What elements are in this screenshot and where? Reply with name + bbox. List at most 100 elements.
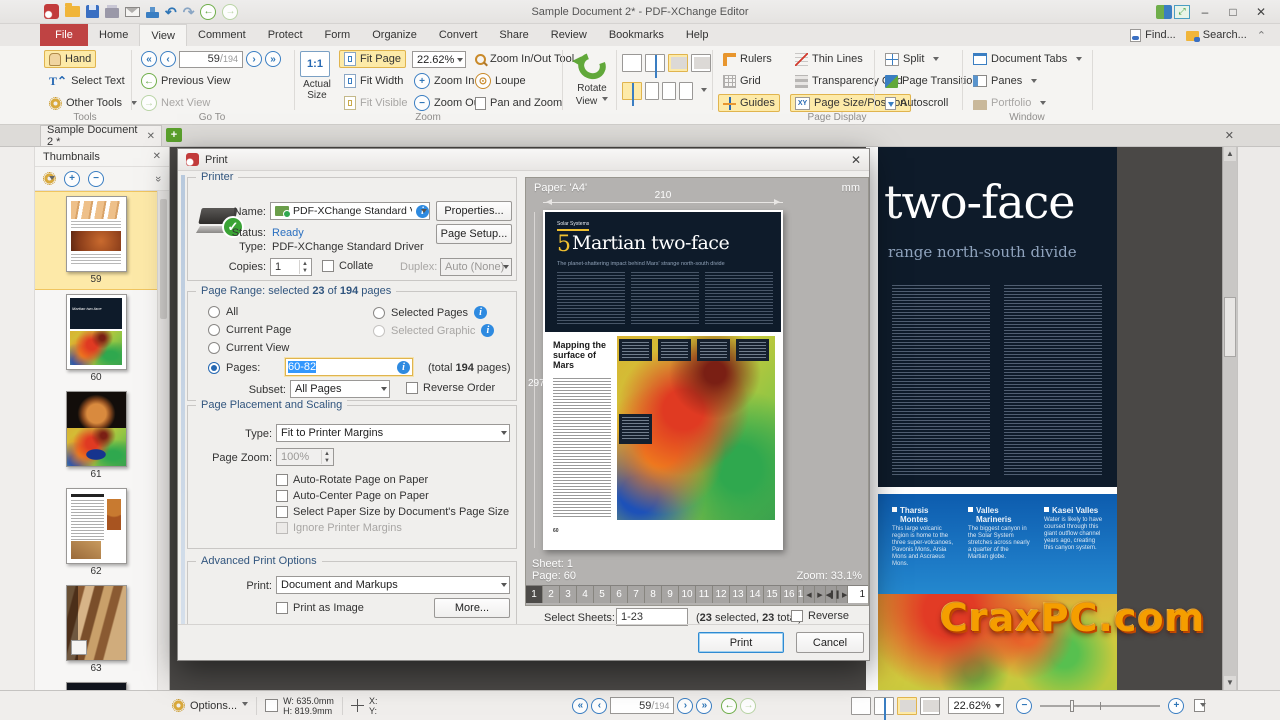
zoom-slider-handle[interactable] [1070, 700, 1074, 712]
rulers-button[interactable]: Rulers [718, 50, 777, 68]
print-dialog-titlebar[interactable]: Print ✕ [178, 149, 869, 171]
sheet-last-icon[interactable]: ▍▶ [837, 586, 848, 603]
reverse-order-checkbox[interactable]: Reverse Order [406, 382, 495, 394]
thumbnails-scrollbar-thumb[interactable] [160, 199, 167, 319]
sheet-cell[interactable]: 9 [662, 586, 679, 603]
sheet-number-box[interactable]: 1 [848, 586, 868, 603]
auto-center-checkbox[interactable]: Auto-Center Page on Paper [276, 490, 429, 502]
thumbnails-scrollbar[interactable] [157, 191, 169, 690]
sheet-cell[interactable]: 12 [713, 586, 730, 603]
zoom-level-combo[interactable]: 22.62% [412, 51, 466, 68]
options-gear-icon[interactable] [172, 699, 185, 712]
single-page-layout-icon[interactable] [622, 54, 642, 72]
layout-more-icon[interactable] [696, 85, 707, 98]
guides-button[interactable]: Guides [718, 94, 780, 112]
print-icon[interactable] [105, 8, 119, 18]
placement-type-combo[interactable]: Fit to Printer Margins [276, 424, 510, 442]
fullscreen-icon[interactable]: ⤢ [1174, 5, 1190, 19]
thumbnail-page-60[interactable]: Martian two-face 60 [35, 290, 157, 387]
page-setup-button[interactable]: Page Setup... [436, 224, 512, 244]
sheet-cell[interactable]: 2 [543, 586, 560, 603]
radio-selected-pages[interactable]: Selected Pages [373, 306, 487, 319]
sheet-first-icon[interactable]: ◀▍ [826, 586, 837, 603]
copies-spinner[interactable]: 1 ▲▼ [270, 258, 312, 276]
sheet-cell[interactable]: 8 [645, 586, 662, 603]
scroll-down-icon[interactable]: ▼ [1224, 676, 1236, 690]
properties-button[interactable]: Properties... [436, 201, 512, 221]
radio-selected-graphic[interactable]: Selected Graphic [373, 324, 494, 337]
collate-checkbox[interactable]: Collate [322, 260, 373, 272]
portfolio-button[interactable]: Portfolio [968, 94, 1051, 112]
thin-lines-button[interactable]: Thin Lines [790, 50, 868, 68]
email-icon[interactable] [125, 7, 140, 17]
sheet-cell[interactable]: 1 [526, 586, 543, 603]
find-button[interactable]: Find... [1130, 29, 1176, 42]
previous-page-icon[interactable]: ‹ [591, 698, 607, 714]
tab-form[interactable]: Form [314, 24, 362, 46]
last-page-icon[interactable]: » [696, 698, 712, 714]
sheet-next-icon[interactable]: ▶ [815, 586, 826, 603]
open-file-icon[interactable] [65, 6, 80, 17]
document-tab[interactable]: Sample Document 2 * ✕ [40, 125, 162, 146]
previous-view-icon[interactable]: ← [721, 698, 737, 714]
thumbnails-zoom-in-icon[interactable]: + [64, 171, 80, 187]
pages-input[interactable]: 60-82 [285, 358, 413, 376]
tab-convert[interactable]: Convert [428, 24, 489, 46]
thumbnail-page-64[interactable]: 64 [35, 678, 157, 690]
next-page-icon[interactable]: › [246, 51, 262, 67]
fit-visible-button[interactable]: Fit Visible [339, 94, 412, 112]
next-page-icon[interactable]: › [677, 698, 693, 714]
back-icon[interactable]: ← [200, 4, 216, 20]
sheet-cell[interactable]: 14 [747, 586, 764, 603]
print-content-combo[interactable]: Document and Markups [276, 576, 510, 594]
sheet-cell[interactable]: 6 [611, 586, 628, 603]
panes-button[interactable]: Panes [968, 72, 1042, 90]
sheet-cell[interactable]: 16 [781, 586, 798, 603]
previous-page-icon[interactable]: ‹ [160, 51, 176, 67]
tab-comment[interactable]: Comment [187, 24, 257, 46]
cancel-button[interactable]: Cancel [796, 632, 864, 653]
expand-all-icon[interactable]: » [152, 175, 164, 181]
close-thumbnails-icon[interactable]: ✕ [153, 151, 161, 162]
sheet-cell[interactable]: 13 [730, 586, 747, 603]
fit-page-button[interactable]: Fit Page [339, 50, 406, 68]
tab-file[interactable]: File [40, 24, 88, 46]
thumbnail-page-63[interactable]: 63 [35, 581, 157, 678]
thumbnail-page-59[interactable]: 59 [35, 191, 157, 290]
continuous-layout-icon[interactable] [874, 697, 894, 715]
page-number-box[interactable]: 59/194 [179, 51, 243, 68]
thumbnails-options-icon[interactable] [43, 172, 56, 185]
color-management-icon[interactable] [1156, 5, 1172, 19]
info-icon[interactable] [397, 361, 410, 374]
grid-button[interactable]: Grid [718, 72, 766, 90]
info-icon[interactable] [474, 306, 487, 319]
document-tabs-button[interactable]: Document Tabs [968, 50, 1087, 68]
thumbnail-page-62[interactable]: 62 [35, 484, 157, 581]
radio-current-view[interactable]: Current View [208, 342, 289, 354]
tab-share[interactable]: Share [488, 24, 539, 46]
next-view-icon[interactable]: → [740, 698, 756, 714]
first-page-icon[interactable]: « [141, 51, 157, 67]
forward-icon[interactable]: → [222, 4, 238, 20]
subset-combo[interactable]: All Pages [290, 380, 390, 398]
statusbar-zoom-combo[interactable]: 22.62% [948, 697, 1004, 714]
sheet-cell[interactable]: 7 [628, 586, 645, 603]
two-page-layout-icon[interactable] [668, 54, 688, 72]
save-icon[interactable] [86, 5, 99, 18]
search-button[interactable]: Search... [1186, 29, 1247, 41]
document-scrollbar-thumb[interactable] [1224, 297, 1236, 357]
print-button[interactable]: Print [698, 632, 784, 653]
thumbnails-zoom-out-icon[interactable]: − [88, 171, 104, 187]
thumbnail-page-61[interactable]: 61 [35, 387, 157, 484]
close-tab-icon[interactable]: ✕ [147, 131, 155, 142]
auto-rotate-checkbox[interactable]: Auto-Rotate Page on Paper [276, 474, 428, 486]
spinner-arrows-icon[interactable]: ▲▼ [299, 260, 310, 274]
ignore-margins-checkbox[interactable]: Ignore Printer Margins [276, 522, 402, 534]
zoom-in-button[interactable]: +Zoom In [409, 72, 479, 90]
radio-pages[interactable]: Pages: [208, 362, 260, 374]
close-button[interactable]: ✕ [1248, 3, 1274, 21]
maximize-button[interactable]: □ [1220, 3, 1246, 21]
sheet-cell[interactable]: 11 [696, 586, 713, 603]
sheet-cell[interactable]: 4 [577, 586, 594, 603]
reverse-checkbox[interactable]: Reverse [791, 610, 849, 622]
